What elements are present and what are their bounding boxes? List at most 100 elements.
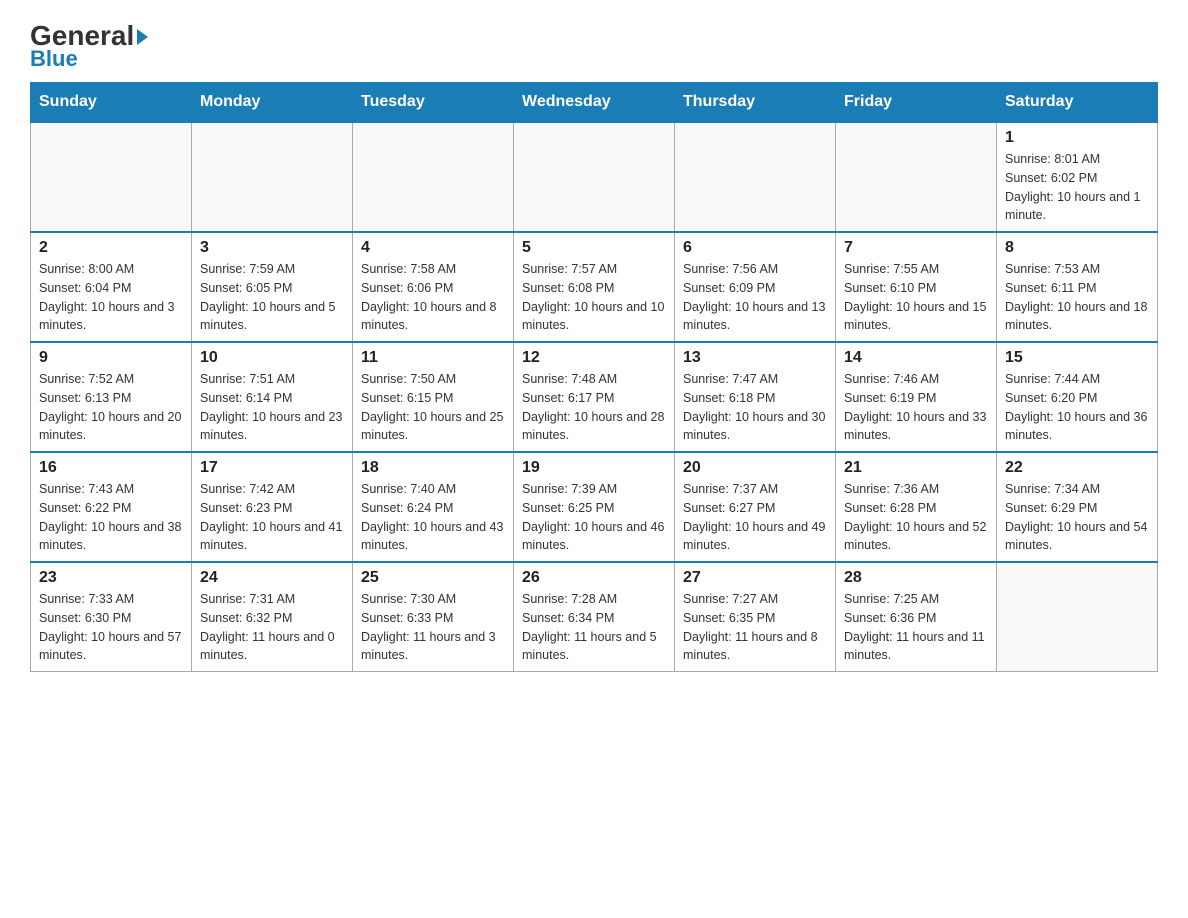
day-info: Sunrise: 7:44 AMSunset: 6:20 PMDaylight:…: [1005, 370, 1149, 445]
calendar-cell: 20 Sunrise: 7:37 AMSunset: 6:27 PMDayligh…: [675, 452, 836, 562]
calendar-cell: 16 Sunrise: 7:43 AMSunset: 6:22 PMDayligh…: [31, 452, 192, 562]
calendar-cell: 27 Sunrise: 7:27 AMSunset: 6:35 PMDayligh…: [675, 562, 836, 672]
weekday-header-tuesday: Tuesday: [353, 83, 514, 123]
day-number: 26: [522, 569, 666, 587]
logo: General Blue: [30, 20, 148, 72]
day-number: 19: [522, 459, 666, 477]
day-info: Sunrise: 7:31 AMSunset: 6:32 PMDaylight:…: [200, 590, 344, 665]
calendar-cell: 11 Sunrise: 7:50 AMSunset: 6:15 PMDayligh…: [353, 342, 514, 452]
day-number: 4: [361, 239, 505, 257]
calendar-cell: [514, 122, 675, 232]
day-info: Sunrise: 7:47 AMSunset: 6:18 PMDaylight:…: [683, 370, 827, 445]
calendar-cell: 17 Sunrise: 7:42 AMSunset: 6:23 PMDayligh…: [192, 452, 353, 562]
day-number: 8: [1005, 239, 1149, 257]
day-info: Sunrise: 7:36 AMSunset: 6:28 PMDaylight:…: [844, 480, 988, 555]
day-number: 13: [683, 349, 827, 367]
calendar-cell: 4 Sunrise: 7:58 AMSunset: 6:06 PMDaylight…: [353, 232, 514, 342]
day-info: Sunrise: 7:37 AMSunset: 6:27 PMDaylight:…: [683, 480, 827, 555]
weekday-header-thursday: Thursday: [675, 83, 836, 123]
day-number: 6: [683, 239, 827, 257]
weekday-header-friday: Friday: [836, 83, 997, 123]
calendar-cell: [997, 562, 1158, 672]
calendar-week-row: 23Sunrise: 7:33 AMSunset: 6:30 PMDayligh…: [31, 562, 1158, 672]
calendar-cell: 14 Sunrise: 7:46 AMSunset: 6:19 PMDayligh…: [836, 342, 997, 452]
calendar-week-row: 9 Sunrise: 7:52 AMSunset: 6:13 PMDaylight…: [31, 342, 1158, 452]
calendar-table: SundayMondayTuesdayWednesdayThursdayFrid…: [30, 82, 1158, 672]
day-number: 23: [39, 569, 183, 587]
day-info: Sunrise: 7:59 AMSunset: 6:05 PMDaylight:…: [200, 260, 344, 335]
day-info: Sunrise: 7:58 AMSunset: 6:06 PMDaylight:…: [361, 260, 505, 335]
calendar-cell: 22 Sunrise: 7:34 AMSunset: 6:29 PMDayligh…: [997, 452, 1158, 562]
calendar-cell: 15Sunrise: 7:44 AMSunset: 6:20 PMDayligh…: [997, 342, 1158, 452]
day-info: Sunrise: 7:52 AMSunset: 6:13 PMDaylight:…: [39, 370, 183, 445]
day-number: 11: [361, 349, 505, 367]
calendar-cell: 23Sunrise: 7:33 AMSunset: 6:30 PMDayligh…: [31, 562, 192, 672]
day-number: 20: [683, 459, 827, 477]
calendar-cell: 26 Sunrise: 7:28 AMSunset: 6:34 PMDayligh…: [514, 562, 675, 672]
day-number: 3: [200, 239, 344, 257]
day-info: Sunrise: 7:30 AMSunset: 6:33 PMDaylight:…: [361, 590, 505, 665]
day-number: 17: [200, 459, 344, 477]
logo-triangle-icon: [137, 29, 148, 45]
weekday-header-wednesday: Wednesday: [514, 83, 675, 123]
calendar-cell: 18Sunrise: 7:40 AMSunset: 6:24 PMDayligh…: [353, 452, 514, 562]
day-info: Sunrise: 7:28 AMSunset: 6:34 PMDaylight:…: [522, 590, 666, 665]
calendar-cell: 28Sunrise: 7:25 AMSunset: 6:36 PMDayligh…: [836, 562, 997, 672]
calendar-cell: [675, 122, 836, 232]
day-number: 9: [39, 349, 183, 367]
day-info: Sunrise: 8:00 AMSunset: 6:04 PMDaylight:…: [39, 260, 183, 335]
day-number: 25: [361, 569, 505, 587]
day-number: 16: [39, 459, 183, 477]
calendar-week-row: 2 Sunrise: 8:00 AMSunset: 6:04 PMDaylight…: [31, 232, 1158, 342]
day-info: Sunrise: 8:01 AMSunset: 6:02 PMDaylight:…: [1005, 150, 1149, 225]
day-info: Sunrise: 7:55 AMSunset: 6:10 PMDaylight:…: [844, 260, 988, 335]
calendar-cell: 19 Sunrise: 7:39 AMSunset: 6:25 PMDayligh…: [514, 452, 675, 562]
calendar-cell: [353, 122, 514, 232]
calendar-cell: 6 Sunrise: 7:56 AMSunset: 6:09 PMDaylight…: [675, 232, 836, 342]
calendar-cell: 24 Sunrise: 7:31 AMSunset: 6:32 PMDayligh…: [192, 562, 353, 672]
day-number: 27: [683, 569, 827, 587]
day-number: 2: [39, 239, 183, 257]
calendar-cell: 12Sunrise: 7:48 AMSunset: 6:17 PMDayligh…: [514, 342, 675, 452]
day-number: 21: [844, 459, 988, 477]
day-info: Sunrise: 7:56 AMSunset: 6:09 PMDaylight:…: [683, 260, 827, 335]
day-info: Sunrise: 7:39 AMSunset: 6:25 PMDaylight:…: [522, 480, 666, 555]
calendar-cell: 3 Sunrise: 7:59 AMSunset: 6:05 PMDaylight…: [192, 232, 353, 342]
calendar-cell: 1 Sunrise: 8:01 AMSunset: 6:02 PMDaylight…: [997, 122, 1158, 232]
day-number: 18: [361, 459, 505, 477]
calendar-cell: 13 Sunrise: 7:47 AMSunset: 6:18 PMDayligh…: [675, 342, 836, 452]
day-number: 28: [844, 569, 988, 587]
calendar-cell: 7 Sunrise: 7:55 AMSunset: 6:10 PMDaylight…: [836, 232, 997, 342]
day-info: Sunrise: 7:57 AMSunset: 6:08 PMDaylight:…: [522, 260, 666, 335]
day-info: Sunrise: 7:34 AMSunset: 6:29 PMDaylight:…: [1005, 480, 1149, 555]
calendar-cell: 21 Sunrise: 7:36 AMSunset: 6:28 PMDayligh…: [836, 452, 997, 562]
day-number: 14: [844, 349, 988, 367]
calendar-cell: 5 Sunrise: 7:57 AMSunset: 6:08 PMDaylight…: [514, 232, 675, 342]
day-info: Sunrise: 7:50 AMSunset: 6:15 PMDaylight:…: [361, 370, 505, 445]
calendar-cell: 10Sunrise: 7:51 AMSunset: 6:14 PMDayligh…: [192, 342, 353, 452]
day-info: Sunrise: 7:46 AMSunset: 6:19 PMDaylight:…: [844, 370, 988, 445]
day-info: Sunrise: 7:53 AMSunset: 6:11 PMDaylight:…: [1005, 260, 1149, 335]
weekday-header-saturday: Saturday: [997, 83, 1158, 123]
calendar-cell: 2 Sunrise: 8:00 AMSunset: 6:04 PMDaylight…: [31, 232, 192, 342]
calendar-cell: [836, 122, 997, 232]
calendar-week-row: 16 Sunrise: 7:43 AMSunset: 6:22 PMDayligh…: [31, 452, 1158, 562]
day-info: Sunrise: 7:27 AMSunset: 6:35 PMDaylight:…: [683, 590, 827, 665]
calendar-cell: [192, 122, 353, 232]
calendar-week-row: 1 Sunrise: 8:01 AMSunset: 6:02 PMDaylight…: [31, 122, 1158, 232]
day-info: Sunrise: 7:43 AMSunset: 6:22 PMDaylight:…: [39, 480, 183, 555]
day-number: 24: [200, 569, 344, 587]
weekday-header-row: SundayMondayTuesdayWednesdayThursdayFrid…: [31, 83, 1158, 123]
calendar-cell: 25 Sunrise: 7:30 AMSunset: 6:33 PMDayligh…: [353, 562, 514, 672]
day-number: 22: [1005, 459, 1149, 477]
calendar-cell: [31, 122, 192, 232]
calendar-cell: 8 Sunrise: 7:53 AMSunset: 6:11 PMDaylight…: [997, 232, 1158, 342]
weekday-header-sunday: Sunday: [31, 83, 192, 123]
page-header: General Blue: [30, 20, 1158, 72]
day-number: 7: [844, 239, 988, 257]
day-number: 1: [1005, 129, 1149, 147]
day-number: 5: [522, 239, 666, 257]
logo-blue-text: Blue: [30, 46, 78, 72]
day-info: Sunrise: 7:42 AMSunset: 6:23 PMDaylight:…: [200, 480, 344, 555]
day-info: Sunrise: 7:48 AMSunset: 6:17 PMDaylight:…: [522, 370, 666, 445]
